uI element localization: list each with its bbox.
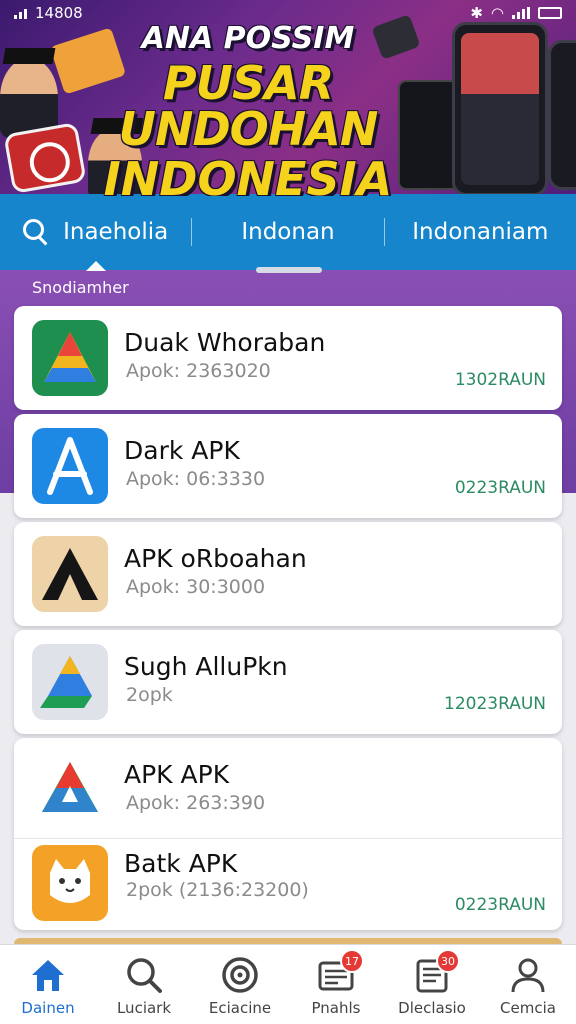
cat-app-icon [32, 845, 108, 921]
bottom-navigation: Dainen Luciark Eciacine 17 Pnahls 30 Dle… [0, 944, 576, 1024]
app-name: APK APK [124, 760, 230, 789]
list-item[interactable]: APK APK Apok: 263:390 [14, 738, 562, 838]
app-subtitle: Apok: 06:3330 [126, 468, 266, 490]
app-name: Duak Whoraban [124, 328, 326, 357]
signal-strength-icon [512, 7, 530, 19]
black-a-app-icon [32, 536, 108, 612]
app-name: APK oRboahan [124, 544, 307, 573]
home-icon [28, 955, 68, 995]
app-card[interactable]: Dark APK Apok: 06:3330 0223RAUN [14, 414, 562, 518]
status-time: 14808 [35, 4, 83, 22]
app-meta: 1302RAUN [454, 370, 546, 390]
app-subtitle: Apok: 263:390 [126, 792, 266, 814]
banner-title-line3: INDONESIA [103, 152, 393, 196]
app-meta: 0223RAUN [454, 895, 546, 915]
document-icon: 30 [412, 949, 460, 995]
tab-search[interactable]: Inaeholia [0, 194, 191, 271]
list-item[interactable]: Dark APK Apok: 06:3330 0223RAUN [14, 414, 562, 518]
tab-second[interactable]: Indonan [192, 194, 383, 270]
banner-title-line2: PUSAR UNDOHAN [118, 56, 379, 156]
app-meta: 0223RAUN [454, 478, 546, 498]
nav-label: Pnahls [311, 999, 361, 1017]
nav-home[interactable]: Dainen [0, 945, 96, 1024]
tab-label: Inaeholia [63, 219, 169, 245]
search-icon [124, 955, 164, 995]
app-meta: 12023RAUN [444, 694, 546, 714]
category-tabs: Inaeholia Indonan Indonaniam [0, 194, 576, 271]
app-subtitle: Apok: 30:3000 [126, 576, 266, 598]
nav-document[interactable]: 30 Dleclasio [384, 945, 480, 1024]
target-icon [220, 955, 260, 995]
section-label: Snodiamher [32, 278, 129, 297]
mail-icon: 17 [316, 949, 364, 995]
app-name: Dark APK [124, 436, 240, 465]
blue-a-app-icon [32, 428, 108, 504]
search-icon [23, 219, 49, 245]
app-subtitle: 2opk [126, 684, 173, 706]
drive-app-icon [32, 644, 108, 720]
app-card[interactable]: APK oRboahan Apok: 30:3000 [14, 522, 562, 626]
list-item[interactable]: Duak Whoraban Apok: 2363020 1302RAUN [14, 306, 562, 410]
banner-title-line1: ANA POSSIM [141, 21, 355, 56]
banner-title: ANA POSSIM PUSAR UNDOHAN INDONESIA [58, 21, 438, 197]
list-item[interactable]: Batk APK 2pok (2136:23200) 0223RAUN [14, 838, 562, 930]
tab-label: Indonan [241, 219, 335, 245]
nav-label: Eciacine [208, 999, 272, 1017]
list-item[interactable]: Sugh AlluPkn 2opk 12023RAUN [14, 630, 562, 734]
scroll-indicator [256, 267, 322, 273]
signal-icon [14, 7, 27, 19]
phone-graphic-main [452, 22, 548, 196]
nav-profile[interactable]: Cemcia [480, 945, 576, 1024]
profile-icon [508, 955, 548, 995]
app-name: Sugh AlluPkn [124, 652, 288, 681]
app-subtitle: Apok: 2363020 [126, 360, 271, 382]
green-triangle-app-icon [32, 320, 108, 396]
nav-label: Cemcia [500, 999, 556, 1017]
app-name: Batk APK [124, 849, 238, 878]
tricolor-app-icon [32, 752, 108, 828]
nav-label: Dleclasio [398, 999, 466, 1017]
status-bar: 14808 ✱ ◠ [0, 0, 576, 26]
nav-target[interactable]: Eciacine [192, 945, 288, 1024]
app-subtitle: 2pok (2136:23200) [126, 879, 309, 901]
nav-search[interactable]: Luciark [96, 945, 192, 1024]
phone-graphic-edge [548, 40, 576, 190]
nav-label: Dainen [21, 999, 75, 1017]
app-card[interactable]: Sugh AlluPkn 2opk 12023RAUN [14, 630, 562, 734]
tab-third[interactable]: Indonaniam [385, 194, 576, 270]
tab-label: Indonaniam [412, 219, 549, 245]
bluetooth-icon: ✱ [470, 4, 483, 22]
battery-icon [538, 7, 562, 19]
notification-badge: 30 [436, 949, 460, 973]
wifi-icon: ◠ [490, 4, 504, 22]
notification-badge: 17 [340, 949, 364, 973]
app-card[interactable]: Duak Whoraban Apok: 2363020 1302RAUN [14, 306, 562, 410]
promo-banner[interactable]: 14808 ✱ ◠ ANA POSSIM PUSAR UNDOHAN INDON… [0, 0, 576, 196]
nav-label: Luciark [116, 999, 172, 1017]
list-item[interactable]: APK oRboahan Apok: 30:3000 [14, 522, 562, 626]
app-card-group: APK APK Apok: 263:390 Batk APK 2pok (213… [14, 738, 562, 930]
nav-mail[interactable]: 17 Pnahls [288, 945, 384, 1024]
